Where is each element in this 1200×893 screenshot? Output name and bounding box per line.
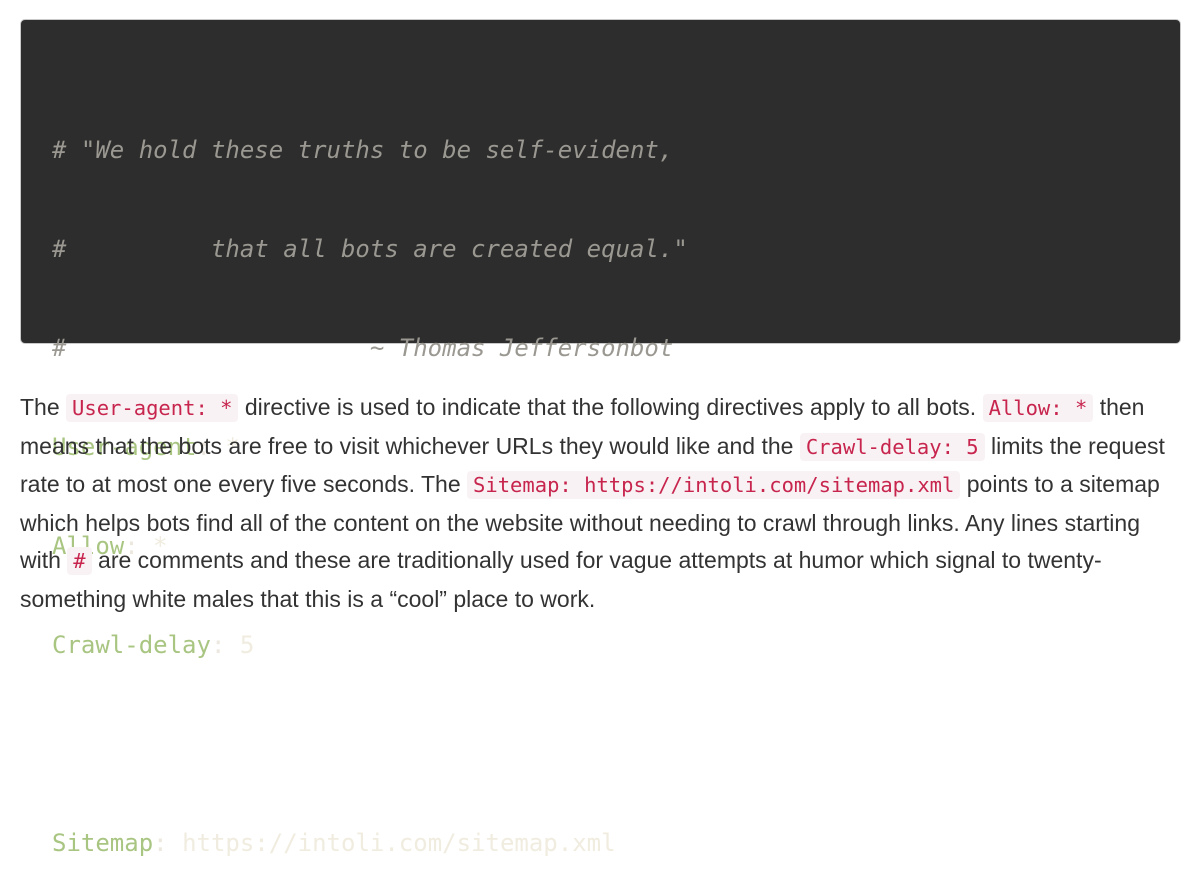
code-line-sitemap: Sitemap: https://intoli.com/sitemap.xml	[52, 829, 616, 857]
inline-code-crawl-delay: Crawl-delay: 5	[799, 432, 985, 461]
explanation-paragraph: The User-agent: * directive is used to i…	[20, 389, 1182, 618]
paragraph-text: directive is used to indicate that the f…	[238, 394, 983, 420]
inline-code-sitemap: Sitemap: https://intoli.com/sitemap.xml	[467, 471, 961, 499]
paragraph-text: are comments and these are traditionally…	[20, 547, 1102, 612]
code-value: https://intoli.com/sitemap.xml	[182, 829, 616, 857]
inline-code-allow: Allow: *	[982, 394, 1094, 422]
paragraph-text: The	[20, 394, 67, 420]
code-comment-line: # ~ Thomas Jeffersonbot	[52, 334, 674, 362]
code-key: Crawl-delay	[52, 631, 211, 659]
code-value: 5	[239, 631, 255, 659]
code-comment-line: # that all bots are created equal."	[52, 235, 688, 263]
code-key: Sitemap	[52, 829, 154, 857]
code-line-crawl-delay: Crawl-delay: 5	[52, 631, 255, 659]
inline-code-user-agent: User-agent: *	[66, 394, 239, 422]
code-comment-line: # "We hold these truths to be self-evide…	[52, 136, 674, 164]
inline-code-hash: #	[67, 547, 92, 575]
robots-txt-code-block: # "We hold these truths to be self-evide…	[20, 19, 1181, 857]
